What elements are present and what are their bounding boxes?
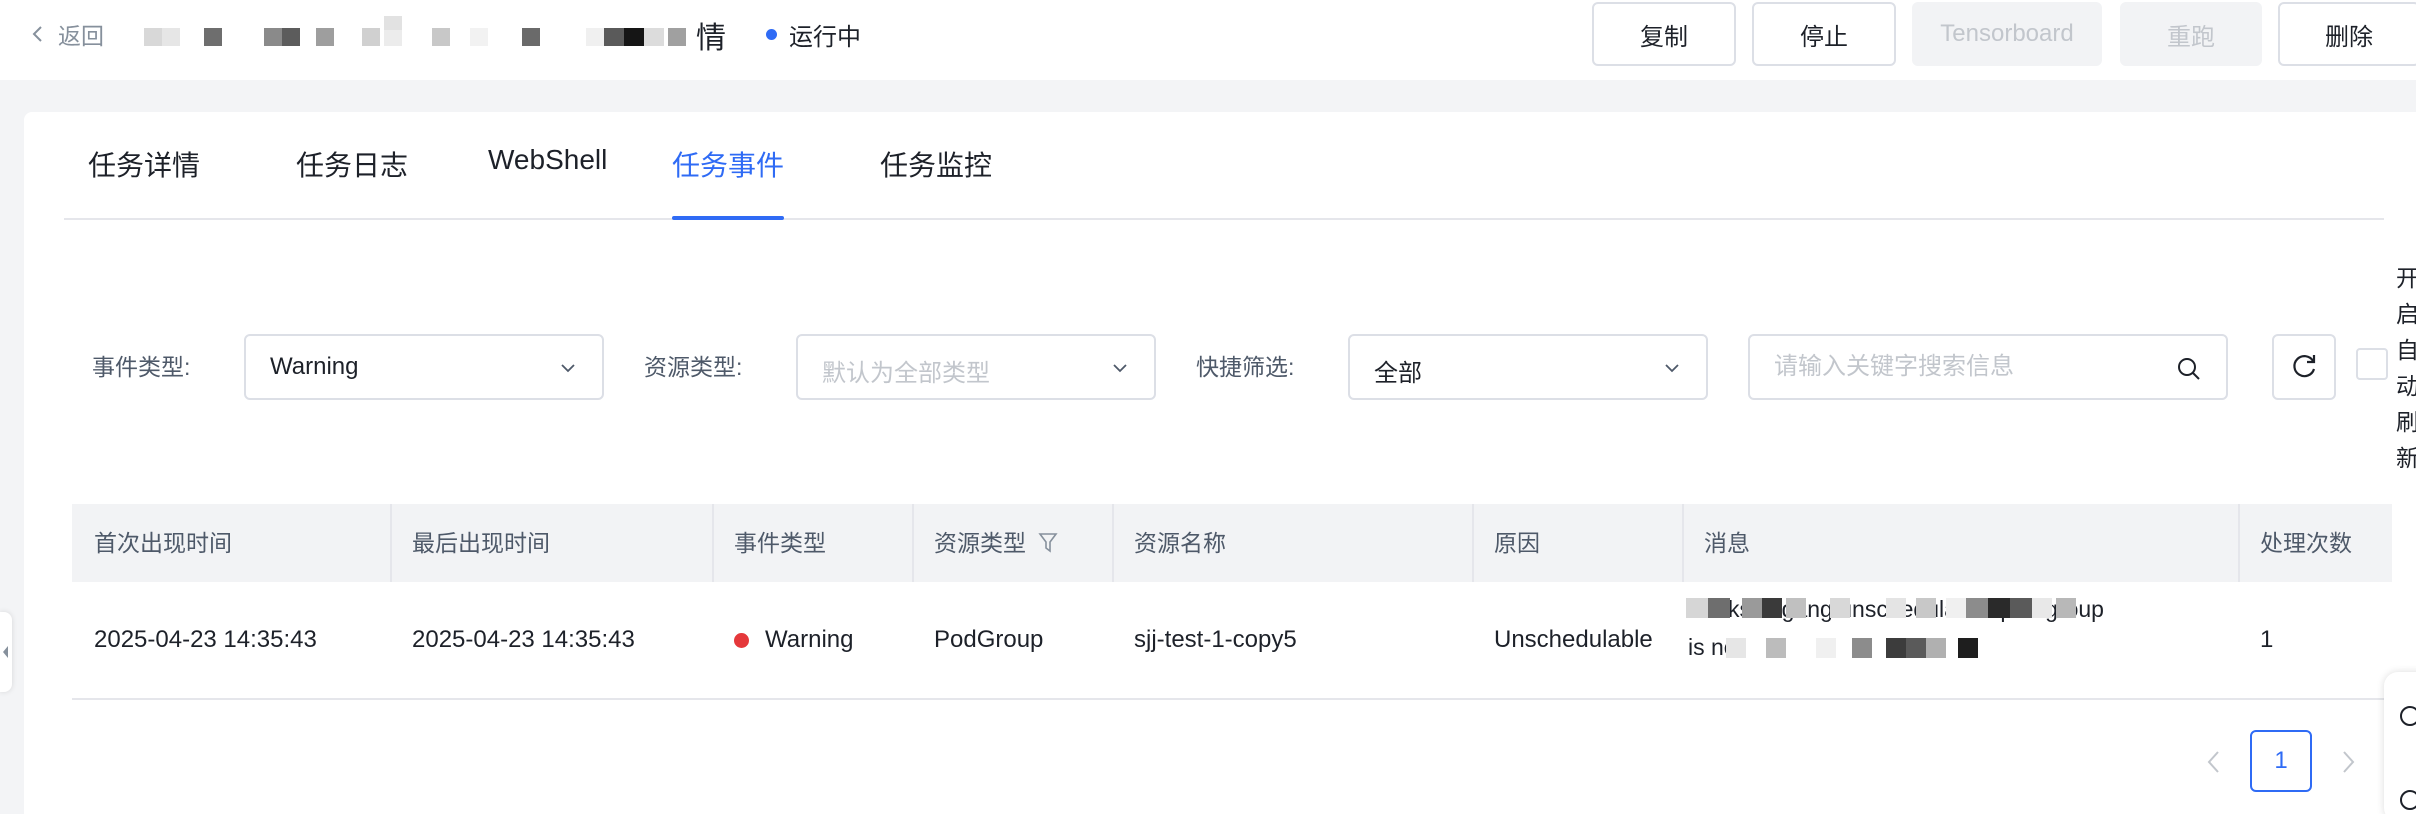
copy-button[interactable]: 复制 [1592, 2, 1736, 66]
tab-task-logs[interactable]: 任务日志 [296, 144, 408, 216]
status-text: 运行中 [789, 23, 861, 51]
column-event-type: 事件类型 [712, 504, 912, 582]
auto-refresh-label: 开启自动刷新 [2396, 265, 2416, 471]
chevron-down-icon [1665, 364, 1679, 373]
column-resource-type-label: 资源类型 [934, 530, 1026, 556]
cell-message: ks in gang unschedulable: pod group is n… [1686, 590, 2246, 692]
column-first-seen: 首次出现时间 [94, 530, 232, 556]
stop-button[interactable]: 停止 [1752, 2, 1896, 66]
warning-dot-icon [734, 632, 749, 648]
top-bar: 返回 情 运行中 复制 停止 Tensorboard 重跑 删除 [0, 0, 2416, 80]
resource-type-label: 资源类型: [644, 354, 743, 380]
main-card: 任务详情 任务日志 WebShell 任务事件 任务监控 事件类型: Warni… [24, 112, 2416, 814]
page-title: 情 [696, 22, 726, 55]
column-resource-name: 资源名称 [1112, 504, 1472, 582]
column-reason: 原因 [1472, 504, 1682, 582]
rerun-button[interactable]: 重跑 [2120, 2, 2262, 66]
cell-first-seen: 2025-04-23 14:35:43 [94, 626, 317, 653]
status-indicator: 运行中 [766, 18, 861, 51]
table-header: 首次出现时间 最后出现时间 事件类型 资源类型 资源名称 原因 消息 处理次数 [72, 504, 2392, 582]
help-chat-icon [2400, 706, 2416, 810]
tab-task-monitoring[interactable]: 任务监控 [880, 144, 992, 216]
cell-event-type: Warning [712, 582, 853, 698]
cell-resource-name: sjj-test-1-copy5 [1134, 626, 1297, 653]
resource-type-placeholder: 默认为全部类型 [822, 360, 990, 387]
quick-filter-value: 全部 [1374, 360, 1422, 387]
chevron-left-icon[interactable] [2200, 744, 2228, 780]
cell-resource-type: PodGroup [934, 626, 1044, 653]
quick-filter-select[interactable]: 全部 [1348, 334, 1708, 400]
refresh-icon [2293, 355, 2316, 378]
search-icon[interactable] [2176, 356, 2202, 382]
event-type-select[interactable]: Warning [244, 334, 604, 400]
delete-button[interactable]: 删除 [2278, 2, 2416, 66]
column-last-seen: 最后出现时间 [390, 504, 712, 582]
cell-count: 1 [2260, 626, 2274, 653]
left-collapse-handle[interactable] [0, 612, 12, 692]
tab-webshell[interactable]: WebShell [488, 144, 607, 216]
chevron-left-icon [32, 26, 42, 42]
event-type-label: 事件类型: [92, 354, 191, 380]
column-resource-type: 资源类型 [912, 504, 1112, 582]
tab-task-events[interactable]: 任务事件 [672, 144, 785, 220]
floating-toolbar[interactable] [2384, 672, 2416, 814]
quick-filter-label: 快捷筛选: [1196, 354, 1295, 380]
filter-icon[interactable] [1038, 532, 1058, 554]
back-label: 返回 [58, 23, 104, 49]
keyword-search-input[interactable] [1774, 350, 2154, 384]
column-count: 处理次数 [2238, 504, 2392, 582]
keyword-search [1748, 334, 2228, 400]
tensorboard-button[interactable]: Tensorboard [1912, 2, 2102, 66]
page-1-button[interactable]: 1 [2250, 730, 2312, 792]
back-button[interactable]: 返回 [28, 18, 104, 50]
auto-refresh-checkbox[interactable] [2356, 348, 2388, 380]
cell-reason: Unschedulable [1494, 626, 1653, 653]
chevron-down-icon [1113, 364, 1127, 373]
refresh-button[interactable] [2272, 334, 2336, 400]
caret-left-icon [3, 646, 8, 658]
event-type-value: Warning [270, 353, 359, 380]
column-message: 消息 [1682, 504, 2238, 582]
chevron-right-icon[interactable] [2334, 744, 2362, 780]
status-dot-icon [766, 28, 777, 40]
cell-event-type-label: Warning [765, 626, 854, 653]
redacted-title [140, 14, 700, 54]
cell-last-seen: 2025-04-23 14:35:43 [412, 626, 635, 653]
resource-type-select[interactable]: 默认为全部类型 [796, 334, 1156, 400]
tab-bar: 任务详情 任务日志 WebShell 任务事件 任务监控 [64, 144, 2384, 220]
tab-task-details[interactable]: 任务详情 [88, 144, 200, 216]
chevron-down-icon [561, 364, 575, 373]
table-row: 2025-04-23 14:35:43 2025-04-23 14:35:43 … [72, 582, 2392, 700]
